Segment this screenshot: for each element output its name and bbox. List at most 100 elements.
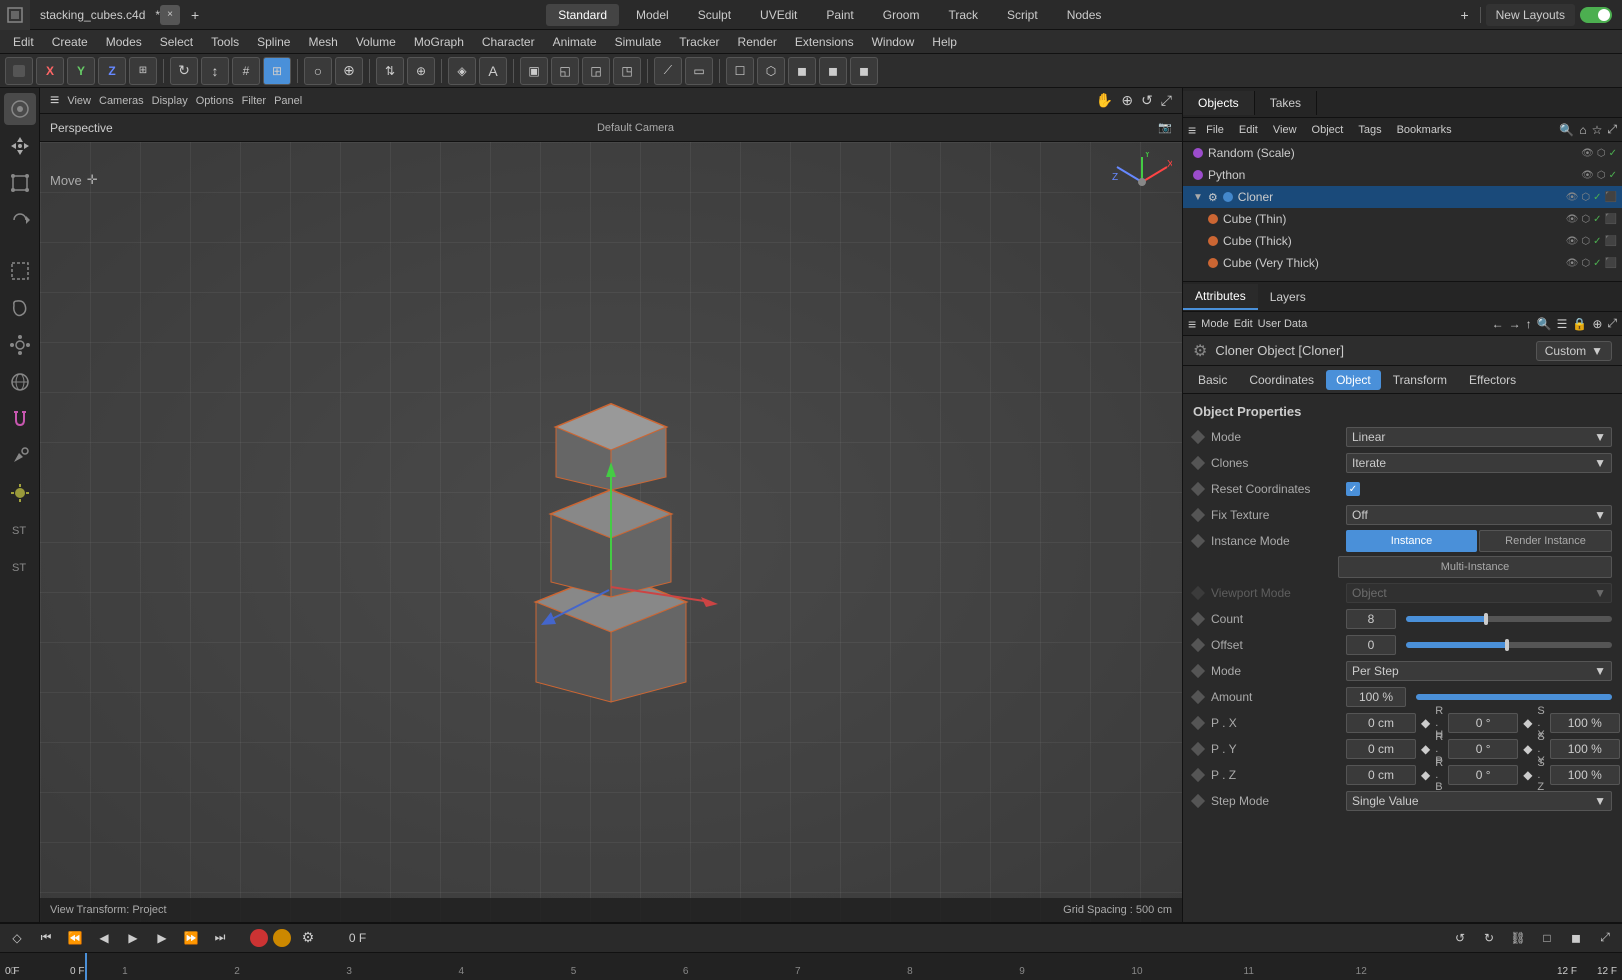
menu-render[interactable]: Render	[730, 33, 785, 51]
undo-button[interactable]	[5, 57, 33, 85]
obj-python-check[interactable]: ✓	[1609, 170, 1617, 181]
tl-rewind-icon[interactable]: ⏮	[34, 927, 58, 949]
py-input[interactable]	[1346, 739, 1416, 759]
menu-mograph[interactable]: MoGraph	[406, 33, 472, 51]
preset-dropdown[interactable]: Custom ▼	[1536, 341, 1612, 361]
file-tool[interactable]: File	[1201, 122, 1229, 138]
expand-panel-icon[interactable]: ⤢	[1607, 122, 1617, 137]
obj-random-lock[interactable]: ⬡	[1597, 148, 1606, 159]
tab-sculpt[interactable]: Sculpt	[686, 4, 743, 26]
tab-nodes[interactable]: Nodes	[1055, 4, 1114, 26]
tab-basic[interactable]: Basic	[1188, 370, 1237, 390]
fix-texture-dropdown[interactable]: Off ▼	[1346, 505, 1612, 525]
obj-cloner-eye[interactable]: 👁	[1566, 192, 1579, 203]
tl-motion-icon[interactable]: ⤢	[1593, 927, 1617, 949]
obj-cube-thick-eye[interactable]: 👁	[1566, 236, 1579, 247]
menu-window[interactable]: Window	[864, 33, 923, 51]
filter-menu[interactable]: Filter	[242, 95, 266, 107]
transform-button[interactable]: ↕	[201, 57, 229, 85]
sx-input[interactable]	[1550, 713, 1620, 733]
tab-layers[interactable]: Layers	[1258, 285, 1318, 309]
obj-cloner-check[interactable]: ✓	[1593, 192, 1601, 203]
sidebar-move-icon[interactable]	[4, 130, 36, 162]
offset-slider[interactable]	[1406, 642, 1612, 648]
search-attr-icon[interactable]: 🔍	[1537, 317, 1552, 331]
bookmark-panel-icon[interactable]: ☆	[1592, 123, 1603, 137]
sidebar-paint-icon[interactable]	[4, 440, 36, 472]
obj-random-check[interactable]: ✓	[1609, 148, 1617, 159]
up-attr-icon[interactable]: ↑	[1526, 317, 1532, 331]
tl-loop2-icon[interactable]: ↻	[1477, 927, 1501, 949]
obj-cloner-tag[interactable]: ⬛	[1605, 192, 1617, 203]
obj-cloner-lock[interactable]: ⬡	[1581, 192, 1590, 203]
sz-input[interactable]	[1550, 765, 1620, 785]
tab-attributes[interactable]: Attributes	[1183, 284, 1258, 310]
grid-button[interactable]: ⊞	[263, 57, 291, 85]
rect-tool[interactable]: ▭	[685, 57, 713, 85]
mode2-dropdown[interactable]: Per Step ▼	[1346, 661, 1612, 681]
rh-input[interactable]	[1448, 713, 1518, 733]
tool3[interactable]: ◈	[448, 57, 476, 85]
edit-attr-tool[interactable]: Edit	[1234, 318, 1253, 330]
count-slider[interactable]	[1406, 616, 1612, 622]
sidebar-scale-icon[interactable]	[4, 167, 36, 199]
forward-attr-icon[interactable]: →	[1509, 317, 1521, 331]
tab-track[interactable]: Track	[936, 4, 990, 26]
maximize-icon[interactable]: ⤢	[1161, 92, 1172, 109]
search-panel-icon[interactable]: 🔍	[1559, 123, 1574, 137]
obj-cube-very-thick-lock[interactable]: ⬡	[1581, 258, 1590, 269]
center-icon[interactable]: ⊕	[1121, 92, 1133, 109]
instance-button[interactable]: Instance	[1346, 530, 1477, 552]
camera2-tool[interactable]: ⬡	[757, 57, 785, 85]
add-tab-button[interactable]: +	[185, 5, 205, 25]
lock-attr-icon[interactable]: 🔒	[1572, 317, 1587, 331]
obj-cube-thin[interactable]: Cube (Thin) 👁 ⬡ ✓ ⬛	[1183, 208, 1622, 230]
sidebar-magnet-icon[interactable]	[4, 403, 36, 435]
camera5-tool[interactable]: ◼	[850, 57, 878, 85]
obj-random-scale[interactable]: Random (Scale) 👁 ⬡ ✓	[1183, 142, 1622, 164]
obj-python[interactable]: Python 👁 ⬡ ✓	[1183, 164, 1622, 186]
menu-spline[interactable]: Spline	[249, 33, 298, 51]
tab-groom[interactable]: Groom	[871, 4, 932, 26]
dots-attr-icon[interactable]: ⊕	[1592, 317, 1602, 331]
menu-create[interactable]: Create	[44, 33, 96, 51]
tool1[interactable]: ⇅	[376, 57, 404, 85]
home-panel-icon[interactable]: ⌂	[1579, 123, 1586, 137]
rotate-button[interactable]: ↻	[170, 57, 198, 85]
sidebar-gear-icon[interactable]	[4, 329, 36, 361]
mode-tool[interactable]: Mode	[1201, 318, 1229, 330]
tl-next-key-icon[interactable]: ⏩	[179, 927, 203, 949]
hamburger-icon[interactable]: ≡	[50, 92, 59, 110]
object-tool[interactable]: Object	[1307, 122, 1349, 138]
tab-paint[interactable]: Paint	[814, 4, 865, 26]
tab-model[interactable]: Model	[624, 4, 681, 26]
tool2[interactable]: ⊕	[407, 57, 435, 85]
reset-checkbox[interactable]: ✓	[1346, 482, 1360, 496]
sidebar-lasso-icon[interactable]	[4, 292, 36, 324]
sidebar-rotate-icon[interactable]	[4, 204, 36, 236]
obj-cube-thick-tag[interactable]: ⬛	[1605, 236, 1617, 247]
obj-random-eye[interactable]: 👁	[1581, 148, 1594, 159]
sidebar-light-icon[interactable]	[4, 477, 36, 509]
sidebar-select-icon[interactable]	[4, 255, 36, 287]
tab-object[interactable]: Object	[1326, 370, 1381, 390]
add-layout-button[interactable]: +	[1455, 5, 1475, 25]
menu-modes[interactable]: Modes	[98, 33, 150, 51]
render-instance-button[interactable]: Render Instance	[1479, 530, 1612, 552]
amount-slider[interactable]	[1416, 694, 1612, 700]
obj-python-eye[interactable]: 👁	[1581, 170, 1594, 181]
tl-settings-icon[interactable]: ⚙	[296, 927, 320, 949]
camera-tool[interactable]: ☐	[726, 57, 754, 85]
clones-dropdown[interactable]: Iterate ▼	[1346, 453, 1612, 473]
tool5[interactable]: ▣	[520, 57, 548, 85]
menu-edit[interactable]: Edit	[5, 33, 42, 51]
panel-menu[interactable]: Panel	[274, 95, 302, 107]
sidebar-st-icon[interactable]: ST	[4, 514, 36, 546]
tl-record-btn[interactable]	[250, 929, 268, 947]
obj-cube-thin-tag[interactable]: ⬛	[1605, 214, 1617, 225]
obj-cube-very-thick-eye[interactable]: 👁	[1566, 258, 1579, 269]
view-tool[interactable]: View	[1268, 122, 1302, 138]
bookmarks-tool[interactable]: Bookmarks	[1392, 122, 1457, 138]
filter-attr-icon[interactable]: ☰	[1557, 317, 1568, 331]
new-layouts-button[interactable]: New Layouts	[1486, 4, 1575, 26]
